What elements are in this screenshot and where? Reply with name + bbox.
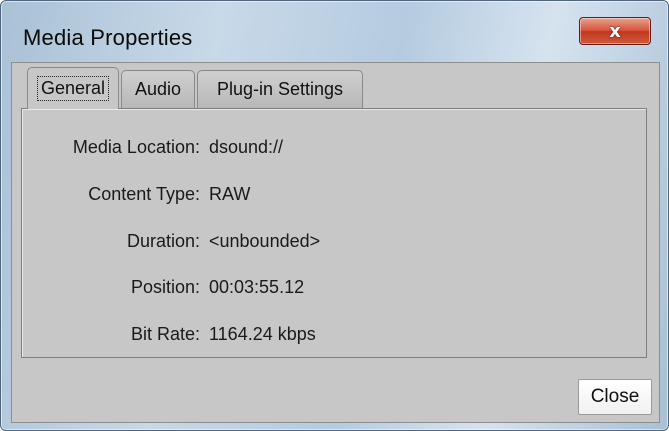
- content-type-row: Content Type: RAW: [22, 184, 648, 208]
- bit-rate-value: 1164.24 kbps: [209, 324, 316, 344]
- title-bar[interactable]: Media Properties x: [1, 1, 668, 63]
- media-properties-window: Media Properties x General Audio Plug-in…: [0, 0, 669, 431]
- media-location-value: dsound://: [209, 137, 284, 157]
- position-value: 00:03:55.12: [209, 277, 305, 297]
- window-close-button[interactable]: x: [579, 17, 651, 45]
- bit-rate-row: Bit Rate: 1164.24 kbps: [22, 324, 648, 348]
- tab-audio[interactable]: Audio: [121, 70, 195, 108]
- position-row: Position: 00:03:55.12: [22, 277, 648, 301]
- duration-label: Duration:: [126, 231, 200, 251]
- close-icon: x: [609, 20, 621, 42]
- bit-rate-label: Bit Rate:: [130, 324, 200, 344]
- media-location-row: Media Location: dsound://: [22, 137, 648, 161]
- content-type-label: Content Type:: [88, 184, 200, 204]
- tab-plugin-settings-label: Plug-in Settings: [216, 79, 344, 99]
- duration-value: <unbounded>: [209, 231, 321, 251]
- close-button[interactable]: Close: [578, 379, 652, 415]
- tab-audio-label: Audio: [134, 79, 182, 99]
- tab-plugin-settings[interactable]: Plug-in Settings: [197, 70, 363, 108]
- dialog-client-area: General Audio Plug-in Settings Media Loc…: [11, 62, 660, 423]
- position-label: Position:: [130, 277, 200, 297]
- general-tab-panel: Media Location: dsound:// Content Type: …: [21, 108, 647, 358]
- tab-general-label: General: [36, 76, 110, 101]
- duration-row: Duration: <unbounded>: [22, 231, 648, 255]
- content-type-value: RAW: [209, 184, 251, 204]
- window-title: Media Properties: [23, 25, 193, 50]
- media-location-label: Media Location:: [72, 137, 200, 157]
- tab-general[interactable]: General: [27, 67, 119, 109]
